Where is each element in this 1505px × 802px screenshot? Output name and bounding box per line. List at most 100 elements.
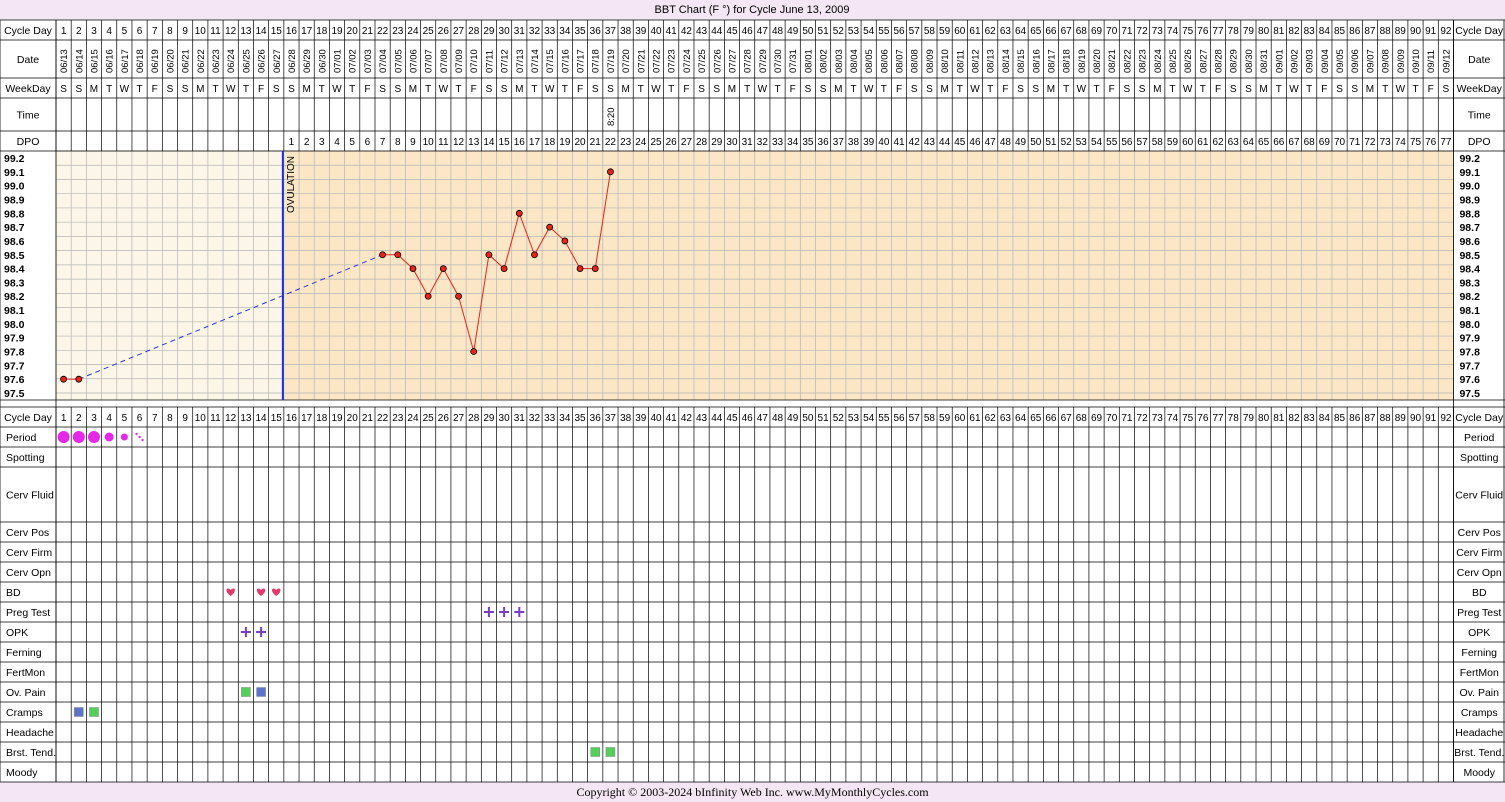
weekday-label: W [758, 84, 768, 95]
date-label: 06/17 [120, 49, 131, 73]
cycle-day-number-bottom: 86 [1349, 413, 1361, 424]
cycle-day-number-bottom: 76 [1197, 413, 1209, 424]
cycle-day-number: 91 [1425, 26, 1437, 37]
temperature-point [485, 251, 493, 259]
date-label: 09/07 [1365, 49, 1376, 73]
date-label: 07/07 [424, 49, 435, 73]
weekday-label: S [288, 84, 295, 95]
date-label: 07/03 [363, 49, 374, 73]
row-label-time: Time [17, 110, 40, 122]
weekday-label: M [409, 84, 417, 95]
cycle-day-number-bottom: 65 [1030, 413, 1042, 424]
temperature-point [515, 209, 523, 217]
weekday-label: S [1351, 84, 1358, 95]
y-tick-label-right: 98.9 [1459, 194, 1480, 206]
dpo-number: 15 [499, 137, 511, 148]
dpo-number: 2 [304, 137, 310, 148]
obs-label-right: Ferning [1461, 647, 1497, 659]
dpo-number: 22 [605, 137, 617, 148]
cycle-day-number-bottom: 10 [195, 413, 207, 424]
weekday-label: S [1443, 84, 1450, 95]
cycle-day-number-bottom: 41 [666, 413, 678, 424]
cycle-day-number: 43 [696, 26, 708, 37]
cycle-day-number: 32 [529, 26, 541, 37]
ov-pain-square [256, 687, 266, 697]
weekday-label: M [302, 84, 310, 95]
cycle-day-number: 29 [483, 26, 495, 37]
cycle-day-number-bottom: 92 [1440, 413, 1452, 424]
y-tick-label: 98.2 [4, 291, 25, 303]
weekday-label: S [486, 84, 493, 95]
cycle-day-number-bottom: 49 [787, 413, 799, 424]
date-label: 08/03 [834, 49, 845, 73]
weekday-label: W [651, 84, 661, 95]
cycle-day-number-bottom: 80 [1258, 413, 1270, 424]
cycle-day-number: 75 [1182, 26, 1194, 37]
dpo-number: 42 [909, 137, 921, 148]
row-label-date: Date [17, 54, 39, 66]
cycle-day-number-bottom: 21 [362, 413, 374, 424]
weekday-label: F [1109, 84, 1115, 95]
date-label: 06/30 [317, 49, 328, 73]
obs-label: FertMon [6, 667, 45, 679]
dpo-number: 36 [818, 137, 830, 148]
obs-label-right: Ov. Pain [1459, 687, 1499, 699]
date-label: 08/08 [910, 49, 921, 73]
weekday-label: T [243, 84, 249, 95]
cycle-day-number: 66 [1045, 26, 1057, 37]
cycle-day-number: 76 [1197, 26, 1209, 37]
dpo-number: 47 [985, 137, 997, 148]
weekday-label: T [957, 84, 963, 95]
weekday-label: W [1183, 84, 1193, 95]
cycle-day-number: 11 [210, 26, 221, 37]
date-label: 08/06 [879, 49, 890, 73]
cycle-day-number-bottom: 74 [1167, 413, 1179, 424]
weekday-label: W [226, 84, 236, 95]
dpo-number: 6 [365, 137, 371, 148]
y-tick-label-right: 98.6 [1459, 236, 1480, 248]
cycle-day-number-bottom: 11 [210, 413, 221, 424]
dpo-number: 21 [590, 137, 602, 148]
cycle-day-number-bottom: 57 [909, 413, 921, 424]
cycle-day-number: 3 [91, 26, 97, 37]
cycle-day-number: 27 [453, 26, 465, 37]
dpo-number: 31 [742, 137, 754, 148]
weekday-label: F [258, 84, 264, 95]
cycle-day-number: 50 [802, 26, 814, 37]
cycle-day-number-bottom: 66 [1045, 413, 1057, 424]
y-tick-label: 99.1 [4, 167, 25, 179]
cycle-day-number: 85 [1334, 26, 1346, 37]
date-label: 08/21 [1107, 49, 1118, 73]
date-label: 09/06 [1350, 49, 1361, 73]
weekday-label: T [106, 84, 112, 95]
dpo-number: 61 [1197, 137, 1209, 148]
date-label: 08/24 [1153, 49, 1164, 73]
weekday-label: W [545, 84, 555, 95]
cycle-day-number-bottom: 82 [1288, 413, 1300, 424]
dpo-number: 45 [954, 137, 966, 148]
cycle-day-number: 24 [407, 26, 419, 37]
dpo-number: 18 [544, 137, 556, 148]
date-label: 06/13 [59, 49, 70, 73]
dpo-number: 59 [1167, 137, 1179, 148]
weekday-label: F [152, 84, 158, 95]
cycle-day-number-bottom: 14 [256, 413, 268, 424]
cycle-day-number: 89 [1395, 26, 1407, 37]
dpo-number: 16 [514, 137, 526, 148]
weekday-label: S [167, 84, 174, 95]
cycle-day-number-bottom: 84 [1319, 413, 1331, 424]
y-tick-label-right: 98.0 [1459, 319, 1480, 331]
cycle-day-number: 52 [833, 26, 845, 37]
weekday-label: S [1017, 84, 1024, 95]
cycle-day-number-bottom: 51 [818, 413, 830, 424]
date-label: 06/29 [302, 49, 313, 73]
cycle-day-number: 39 [635, 26, 647, 37]
obs-label: Cerv Pos [6, 527, 49, 539]
weekday-label: T [668, 84, 674, 95]
weekday-label: F [364, 84, 370, 95]
date-label: 08/18 [1062, 49, 1073, 73]
date-label: 07/05 [393, 49, 404, 73]
date-label: 07/04 [378, 49, 389, 73]
cycle-day-number-bottom: 7 [152, 413, 158, 424]
cycle-day-number: 8 [167, 26, 173, 37]
